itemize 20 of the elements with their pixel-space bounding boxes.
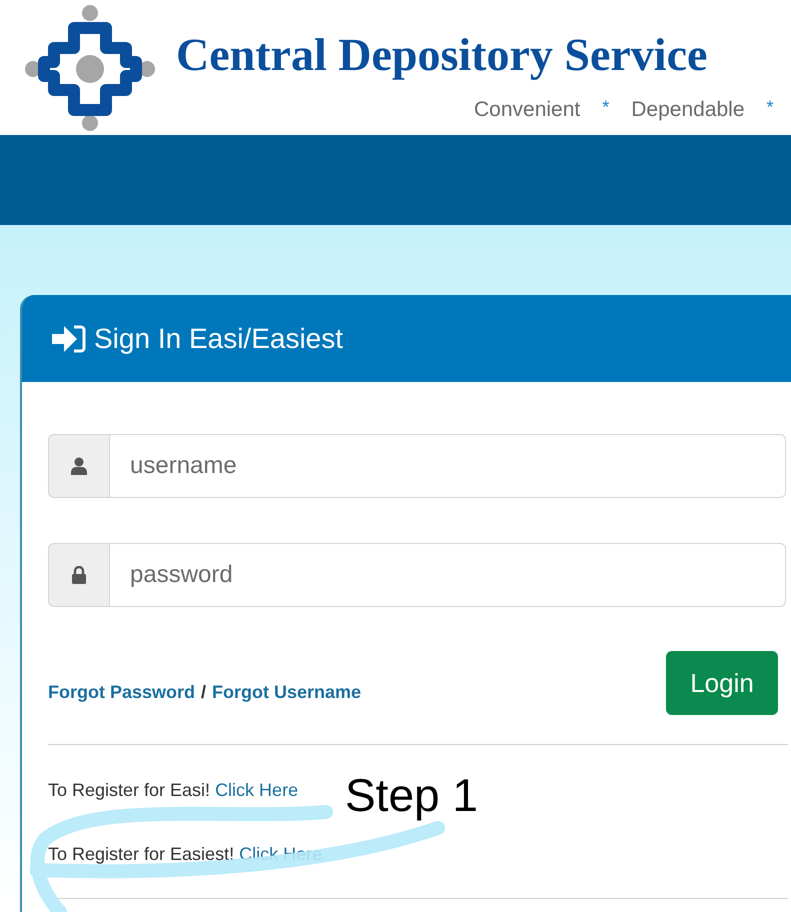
- sign-in-icon: [50, 324, 86, 354]
- link[interactable]: Forgot Password: [48, 679, 196, 706]
- tagline-word: Convenient: [474, 97, 580, 123]
- separator-text: /: [201, 681, 206, 704]
- site-title: Central Depository Service: [176, 32, 708, 78]
- link[interactable]: Forgot Username: [212, 679, 362, 706]
- register-text: To Register for Easiest!: [48, 843, 234, 866]
- input-field[interactable]: password: [110, 543, 786, 607]
- tagline-separator: *: [602, 96, 610, 119]
- tagline-separator: *: [766, 96, 774, 119]
- logo-icon: [24, 3, 156, 133]
- tagline-word: Dependable: [631, 97, 745, 123]
- user-icon: [70, 457, 88, 475]
- register-text: To Register for Easi!: [48, 779, 210, 802]
- lock-icon: [71, 566, 87, 584]
- annotation-text: Step 1: [345, 772, 478, 818]
- login-button[interactable]: Login: [666, 651, 778, 715]
- card-title: Sign In Easi/Easiest: [94, 322, 344, 356]
- register-link[interactable]: Click Here: [215, 777, 298, 804]
- input-field[interactable]: username: [110, 434, 786, 498]
